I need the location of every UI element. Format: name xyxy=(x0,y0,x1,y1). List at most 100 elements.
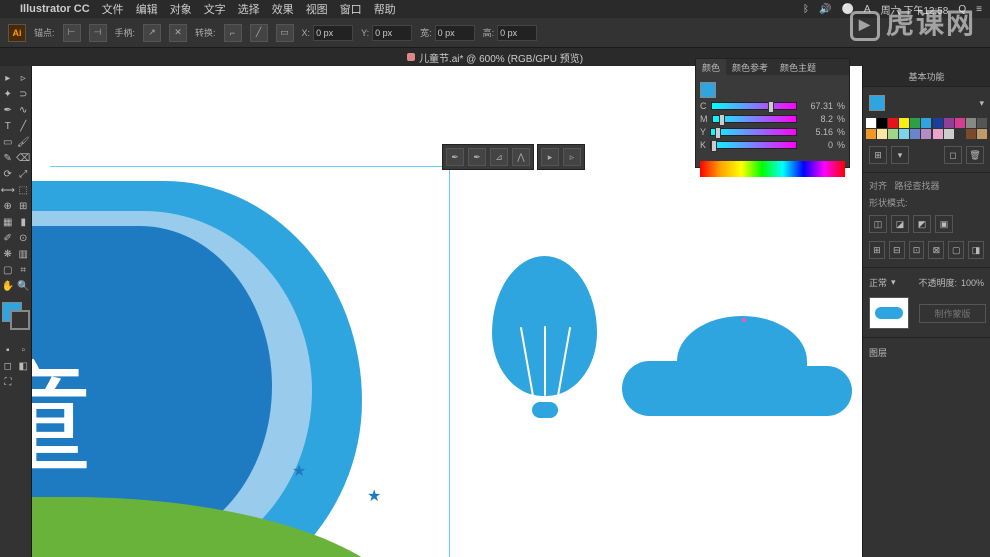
menu-select[interactable]: 选择 xyxy=(238,1,260,17)
h-input[interactable] xyxy=(497,25,537,41)
swatch-11[interactable] xyxy=(866,129,876,139)
swatch-new-btn[interactable]: ◻ xyxy=(944,146,962,164)
pathfinder-trim[interactable]: ⊟ xyxy=(889,241,905,259)
slider-value-K[interactable]: 0 xyxy=(801,140,833,150)
swatch-6[interactable] xyxy=(933,118,943,128)
y-input[interactable] xyxy=(372,25,412,41)
blend-tool[interactable]: ⊙ xyxy=(16,230,32,246)
swatch-8[interactable] xyxy=(955,118,965,128)
direct-select-tool-float[interactable]: ▹ xyxy=(563,148,581,166)
slider-value-C[interactable]: 67.31 xyxy=(801,101,833,111)
layers-tab[interactable]: 图层 xyxy=(869,346,887,359)
artboard-tool[interactable]: ▢ xyxy=(0,262,16,278)
pathfinder-outline[interactable]: ▢ xyxy=(948,241,964,259)
corner-btn-1[interactable]: ⌐ xyxy=(224,24,242,42)
swatch-16[interactable] xyxy=(921,129,931,139)
align-btn[interactable]: ▭ xyxy=(276,24,294,42)
swatch-5[interactable] xyxy=(921,118,931,128)
swatch-12[interactable] xyxy=(877,129,887,139)
menu-effect[interactable]: 效果 xyxy=(272,1,294,17)
gradient-tool[interactable]: ▮ xyxy=(16,214,32,230)
menu-view[interactable]: 视图 xyxy=(306,1,328,17)
scale-tool[interactable]: ⤢ xyxy=(16,166,32,182)
color-tab-guide[interactable]: 颜色参考 xyxy=(726,59,774,75)
opacity-value[interactable]: 100% xyxy=(961,278,984,288)
swatch-9[interactable] xyxy=(966,118,976,128)
transparency-thumbnail[interactable] xyxy=(869,297,909,329)
swatches-menu-icon[interactable]: ▾ xyxy=(979,98,984,109)
ai-home-button[interactable]: Ai xyxy=(8,24,26,42)
slider-K[interactable] xyxy=(710,141,797,149)
convert-anchor-tool[interactable]: ⊿ xyxy=(490,148,508,166)
clock-status[interactable]: 周六 下午12:58 xyxy=(881,2,949,17)
slider-value-Y[interactable]: 5.16 xyxy=(801,127,833,137)
artwork-cloud[interactable] xyxy=(622,316,852,416)
pathfinder-intersect[interactable]: ◩ xyxy=(913,215,931,233)
swatch-21[interactable] xyxy=(977,129,987,139)
shaper-tool[interactable]: ✎ xyxy=(0,150,16,166)
spotlight-icon[interactable]: Q xyxy=(958,4,966,15)
width-tool[interactable]: ⟷ xyxy=(0,182,16,198)
pathfinder-minusback[interactable]: ◨ xyxy=(968,241,984,259)
artwork-star-1[interactable]: ★ xyxy=(292,461,306,481)
line-tool[interactable]: ╱ xyxy=(16,118,32,134)
zoom-tool[interactable]: 🔍 xyxy=(16,278,32,294)
swatch-14[interactable] xyxy=(899,129,909,139)
color-tab-themes[interactable]: 颜色主题 xyxy=(774,59,822,75)
blend-mode-select[interactable]: 正常 xyxy=(869,276,887,289)
color-tab-color[interactable]: 颜色 xyxy=(696,59,726,75)
current-fill-swatch[interactable] xyxy=(869,95,885,111)
swatch-1[interactable] xyxy=(877,118,887,128)
workspace-switcher[interactable]: 基本功能 xyxy=(863,66,990,86)
pathfinder-crop[interactable]: ⊠ xyxy=(928,241,944,259)
pathfinder-merge[interactable]: ⊡ xyxy=(909,241,925,259)
bluetooth-icon[interactable]: ᛒ xyxy=(803,4,809,15)
symbol-sprayer-tool[interactable]: ❋ xyxy=(0,246,16,262)
artwork-balloon[interactable] xyxy=(492,256,597,426)
anchor-convert-btn-1[interactable]: ⊢ xyxy=(63,24,81,42)
swatch-3[interactable] xyxy=(899,118,909,128)
swatch-delete-btn[interactable]: 🗑 xyxy=(966,146,984,164)
curvature-tool[interactable]: ∿ xyxy=(16,102,32,118)
input-icon[interactable]: A xyxy=(864,4,871,15)
lasso-tool[interactable]: ⊃ xyxy=(16,86,32,102)
slider-value-M[interactable]: 8.2 xyxy=(801,114,833,124)
slider-C[interactable] xyxy=(711,102,797,110)
magic-wand-tool[interactable]: ✦ xyxy=(0,86,16,102)
balloon-basket[interactable] xyxy=(532,402,558,418)
swatch-lib-btn[interactable]: ⊞ xyxy=(869,146,887,164)
w-input[interactable] xyxy=(435,25,475,41)
menu-type[interactable]: 文字 xyxy=(204,1,226,17)
swatch-4[interactable] xyxy=(910,118,920,128)
swatch-2[interactable] xyxy=(888,118,898,128)
floating-selection-tools[interactable]: ▸ ▹ xyxy=(537,144,585,170)
menu-file[interactable]: 文件 xyxy=(102,1,124,17)
floating-pen-tools[interactable]: ✒ ✒ ⊿ ⋀ xyxy=(442,144,534,170)
swatch-17[interactable] xyxy=(933,129,943,139)
x-input[interactable] xyxy=(313,25,353,41)
pathfinder-unite[interactable]: ◫ xyxy=(869,215,887,233)
swatch-15[interactable] xyxy=(910,129,920,139)
make-mask-button[interactable]: 制作蒙版 xyxy=(919,304,986,323)
swatch-18[interactable] xyxy=(944,129,954,139)
type-tool[interactable]: T xyxy=(0,118,16,134)
swatch-7[interactable] xyxy=(944,118,954,128)
draw-normal-btn[interactable]: ◻ xyxy=(0,358,16,374)
delete-anchor-tool[interactable]: ✒ xyxy=(468,148,486,166)
handle-btn-2[interactable]: ✕ xyxy=(169,24,187,42)
app-name[interactable]: Illustrator CC xyxy=(20,3,90,15)
mesh-tool[interactable]: ▦ xyxy=(0,214,16,230)
swatch-10[interactable] xyxy=(977,118,987,128)
menu-object[interactable]: 对象 xyxy=(170,1,192,17)
rectangle-tool[interactable]: ▭ xyxy=(0,134,16,150)
slice-tool[interactable]: ⌗ xyxy=(16,262,32,278)
slider-M[interactable] xyxy=(712,115,797,123)
stroke-color-swatch[interactable] xyxy=(10,310,30,330)
color-panel[interactable]: 颜色 颜色参考 颜色主题 C 67.31 %M 8.2 %Y 5.16 %K 0… xyxy=(695,58,850,168)
pathfinder-minus[interactable]: ◪ xyxy=(891,215,909,233)
wifi-icon[interactable]: ⚪ xyxy=(841,4,853,15)
handle-btn-1[interactable]: ↗ xyxy=(143,24,161,42)
color-panel-swatch[interactable] xyxy=(700,82,716,98)
color-spectrum[interactable] xyxy=(700,161,845,177)
screen-mode-btn[interactable]: ⛶ xyxy=(0,374,16,390)
